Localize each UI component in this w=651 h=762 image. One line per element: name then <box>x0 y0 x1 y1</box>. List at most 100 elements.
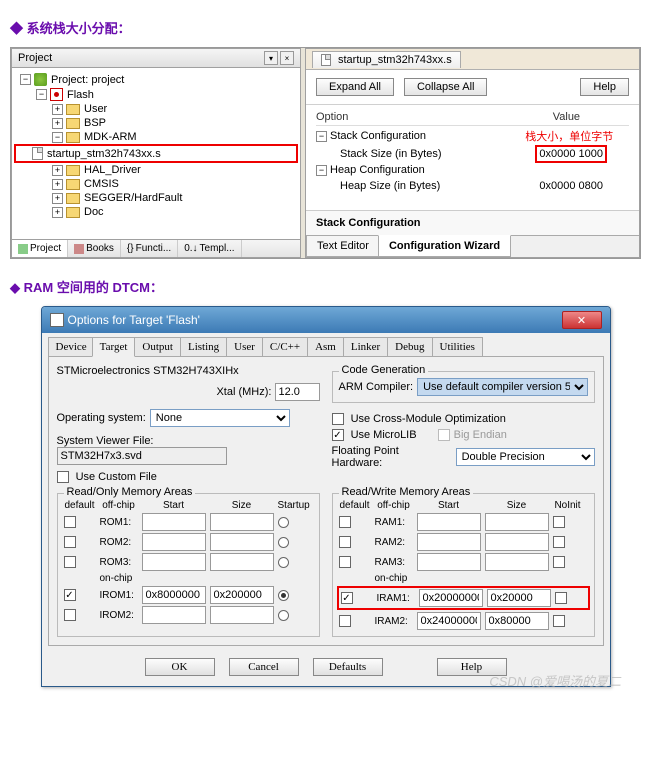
rom2-start[interactable] <box>142 533 206 551</box>
tab-functions[interactable]: {} Functi... <box>121 240 178 257</box>
irom1-start[interactable] <box>142 586 206 604</box>
tab-listing[interactable]: Listing <box>180 337 227 356</box>
heap-size-row[interactable]: Heap Size (in Bytes) 0x0000 0800 <box>316 178 629 194</box>
rom3-size[interactable] <box>210 553 274 571</box>
custom-file-checkbox[interactable] <box>57 471 69 483</box>
microlib-checkbox[interactable]: ✓ <box>332 429 344 441</box>
iram1-start[interactable] <box>419 589 483 607</box>
heap-size-value[interactable]: 0x0000 0800 <box>513 180 629 192</box>
expand-icon[interactable]: + <box>52 193 63 204</box>
ram1-start[interactable] <box>417 513 481 531</box>
rom1-start[interactable] <box>142 513 206 531</box>
collapse-icon[interactable]: − <box>52 132 63 143</box>
expand-icon[interactable]: + <box>52 104 63 115</box>
file-tab[interactable]: startup_stm32h743xx.s <box>312 51 461 68</box>
collapse-icon[interactable]: − <box>316 165 327 176</box>
stack-config-row[interactable]: − Stack Configuration 栈大小，单位字节 <box>316 126 629 146</box>
ram3-size[interactable] <box>485 553 549 571</box>
tree-group[interactable]: + BSP <box>16 116 296 130</box>
iram1-noinit[interactable] <box>555 592 567 604</box>
rom2-startup[interactable] <box>278 537 289 548</box>
rom1-size[interactable] <box>210 513 274 531</box>
ram2-size[interactable] <box>485 533 549 551</box>
irom1-default[interactable]: ✓ <box>64 589 76 601</box>
tree-file-startup[interactable]: startup_stm32h743xx.s <box>14 144 298 163</box>
xtal-input[interactable] <box>275 383 320 401</box>
irom2-default[interactable] <box>64 609 76 621</box>
rom3-default[interactable] <box>64 556 76 568</box>
tab-books[interactable]: Books <box>68 240 121 257</box>
ram1-default[interactable] <box>339 516 351 528</box>
tab-config-wizard[interactable]: Configuration Wizard <box>378 235 511 257</box>
tab-utilities[interactable]: Utilities <box>432 337 483 356</box>
tab-debug[interactable]: Debug <box>387 337 432 356</box>
rom3-startup[interactable] <box>278 557 289 568</box>
expand-icon[interactable]: + <box>52 118 63 129</box>
tab-cpp[interactable]: C/C++ <box>262 337 308 356</box>
iram1-default[interactable]: ✓ <box>341 592 353 604</box>
close-button[interactable]: ✕ <box>562 311 602 329</box>
irom1-size[interactable] <box>210 586 274 604</box>
iram2-noinit[interactable] <box>553 615 565 627</box>
fp-select[interactable]: Double Precision <box>456 448 595 466</box>
tree-target[interactable]: − Flash <box>16 87 296 102</box>
collapse-icon[interactable]: − <box>316 131 327 142</box>
panel-close-icon[interactable]: × <box>280 51 294 65</box>
iram2-start[interactable] <box>417 612 481 630</box>
tree-group[interactable]: + SEGGER/HardFault <box>16 191 296 205</box>
irom2-start[interactable] <box>142 606 206 624</box>
rom1-default[interactable] <box>64 516 76 528</box>
iram1-size[interactable] <box>487 589 551 607</box>
tree-group[interactable]: + User <box>16 102 296 116</box>
panel-dropdown-icon[interactable]: ▾ <box>264 51 278 65</box>
defaults-button[interactable]: Defaults <box>313 658 383 676</box>
ram3-default[interactable] <box>339 556 351 568</box>
irom2-startup[interactable] <box>278 610 289 621</box>
rom2-default[interactable] <box>64 536 76 548</box>
tree-root[interactable]: − Project: project <box>16 72 296 87</box>
tree-group[interactable]: + CMSIS <box>16 177 296 191</box>
expand-icon[interactable]: + <box>52 207 63 218</box>
collapse-icon[interactable]: − <box>36 89 47 100</box>
help-button[interactable]: Help <box>580 78 629 96</box>
rom2-size[interactable] <box>210 533 274 551</box>
stack-size-row[interactable]: Stack Size (in Bytes) 0x0000 1000 <box>316 146 629 162</box>
ok-button[interactable]: OK <box>145 658 215 676</box>
tab-linker[interactable]: Linker <box>343 337 388 356</box>
ram2-default[interactable] <box>339 536 351 548</box>
tab-project[interactable]: Project <box>12 240 68 257</box>
rom3-start[interactable] <box>142 553 206 571</box>
cancel-button[interactable]: Cancel <box>229 658 299 676</box>
arm-compiler-select[interactable]: Use default compiler version 5 <box>417 378 587 396</box>
ram1-noinit[interactable] <box>553 516 565 528</box>
stack-size-value[interactable]: 0x0000 1000 <box>535 145 607 163</box>
expand-icon[interactable]: + <box>52 179 63 190</box>
tab-output[interactable]: Output <box>134 337 181 356</box>
tree-group[interactable]: + HAL_Driver <box>16 163 296 177</box>
rom1-startup[interactable] <box>278 517 289 528</box>
irom1-startup[interactable] <box>278 590 289 601</box>
heap-config-row[interactable]: − Heap Configuration <box>316 162 629 178</box>
iram2-default[interactable] <box>339 615 351 627</box>
tab-device[interactable]: Device <box>48 337 95 356</box>
irom2-size[interactable] <box>210 606 274 624</box>
ram2-noinit[interactable] <box>553 536 565 548</box>
tab-user[interactable]: User <box>226 337 263 356</box>
dialog-help-button[interactable]: Help <box>437 658 507 676</box>
tab-text-editor[interactable]: Text Editor <box>306 236 380 257</box>
ram1-size[interactable] <box>485 513 549 531</box>
ram3-start[interactable] <box>417 553 481 571</box>
os-select[interactable]: None <box>150 409 290 427</box>
collapse-all-button[interactable]: Collapse All <box>404 78 487 96</box>
expand-icon[interactable]: + <box>52 165 63 176</box>
collapse-icon[interactable]: − <box>20 74 31 85</box>
tab-templates[interactable]: 0.↓ Templ... <box>178 240 241 257</box>
tree-group[interactable]: + Doc <box>16 205 296 219</box>
tab-asm[interactable]: Asm <box>307 337 344 356</box>
cross-module-checkbox[interactable] <box>332 413 344 425</box>
iram2-size[interactable] <box>485 612 549 630</box>
ram3-noinit[interactable] <box>553 556 565 568</box>
ram2-start[interactable] <box>417 533 481 551</box>
tree-group-mdkarm[interactable]: − MDK-ARM <box>16 130 296 144</box>
tab-target[interactable]: Target <box>92 337 136 357</box>
